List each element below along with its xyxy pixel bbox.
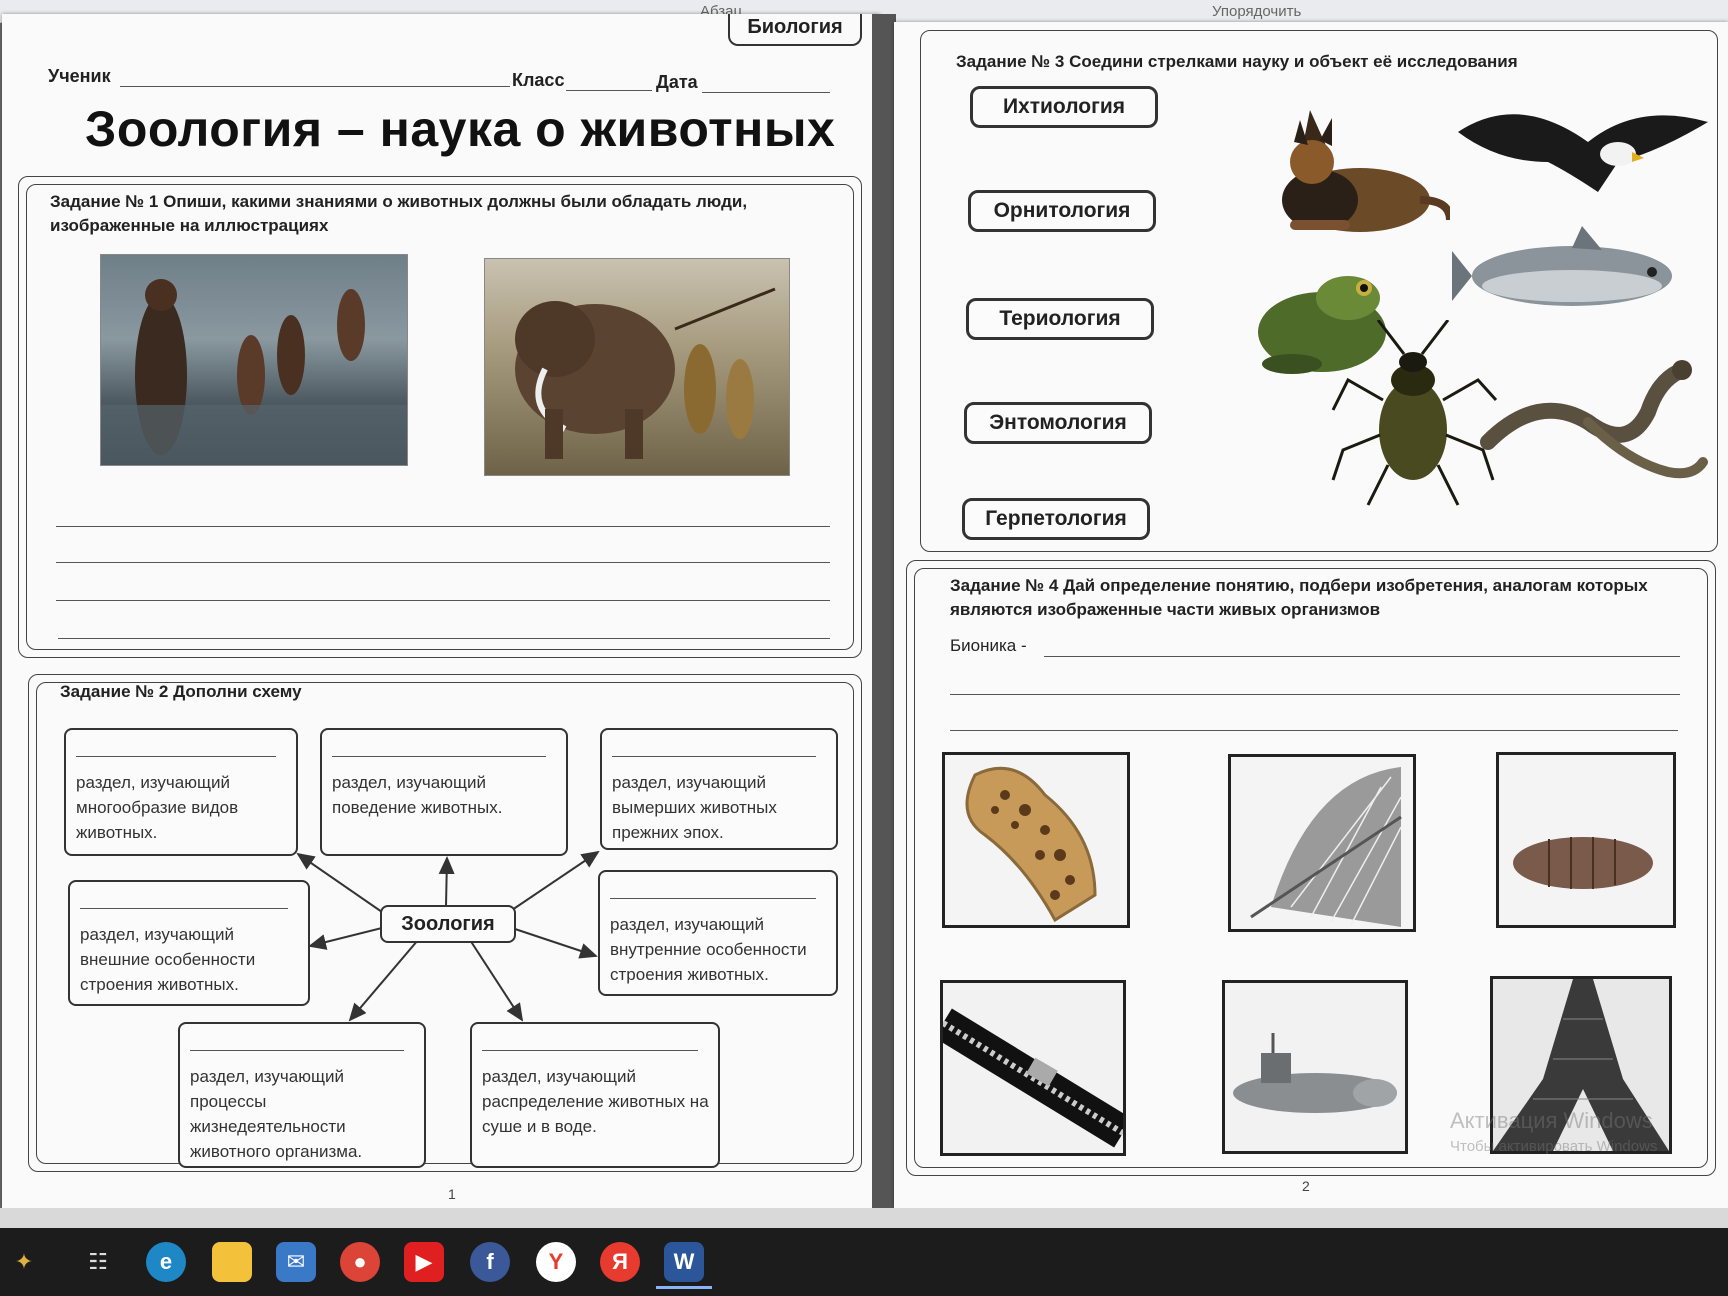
mail-icon[interactable]: ✉: [276, 1242, 316, 1282]
status-bar: [0, 1208, 1728, 1228]
scheme-box-diversity[interactable]: раздел, изучающий многообразие видов жив…: [64, 728, 298, 856]
scheme-answer-line[interactable]: [332, 756, 546, 757]
feather-picture[interactable]: [1228, 754, 1416, 932]
scheme-answer-line[interactable]: [610, 898, 816, 899]
scheme-box-morphology[interactable]: раздел, изучающий внешние особенности ст…: [68, 880, 310, 1006]
science-entomology[interactable]: Энтомология: [964, 402, 1152, 444]
dog-icon[interactable]: [1250, 90, 1450, 250]
bionics-line-2[interactable]: [950, 694, 1680, 695]
edge-icon[interactable]: e: [146, 1242, 186, 1282]
scheme-box-text: раздел, изучающий вымерших животных преж…: [612, 773, 777, 842]
bone-picture[interactable]: [942, 752, 1130, 928]
chrome-icon[interactable]: ●: [340, 1242, 380, 1282]
lizard-icon[interactable]: [1478, 352, 1708, 502]
science-theriology[interactable]: Териология: [966, 298, 1154, 340]
science-ornithology[interactable]: Орнитология: [968, 190, 1156, 232]
scheme-box-behavior[interactable]: раздел, изучающий поведение животных.: [320, 728, 568, 856]
scheme-answer-line[interactable]: [80, 908, 288, 909]
scheme-answer-line[interactable]: [482, 1050, 698, 1051]
start-icon[interactable]: ✦: [4, 1242, 44, 1282]
scheme-box-physiology[interactable]: раздел, изучающий процессы жизнедеятельн…: [178, 1022, 426, 1168]
bionics-line-3[interactable]: [950, 730, 1678, 731]
scheme-answer-line[interactable]: [190, 1050, 404, 1051]
science-herpetology[interactable]: Герпетология: [962, 498, 1150, 540]
pupa-picture[interactable]: [1496, 752, 1676, 928]
scheme-arrows: [296, 850, 600, 1022]
ribbon-group-arrange: Упорядочить: [1212, 3, 1302, 20]
task-view-icon[interactable]: ☷: [78, 1242, 118, 1282]
scheme-box-text: раздел, изучающий внешние особенности ст…: [80, 925, 256, 994]
scheme-box-text: раздел, изучающий внутренние особенности…: [610, 915, 807, 984]
fish-icon[interactable]: [1452, 226, 1692, 326]
zipper-icon: [943, 1008, 1123, 1148]
scheme-box-text: раздел, изучающий процессы жизнедеятельн…: [190, 1067, 363, 1161]
bone-icon: [965, 766, 1097, 923]
yandex-icon[interactable]: Я: [600, 1242, 640, 1282]
feather-icon: [1250, 767, 1402, 927]
scheme-box-text: раздел, изучающий поведение животных.: [332, 773, 503, 817]
beetle-icon[interactable]: [1328, 320, 1498, 520]
pupa-icon: [1513, 837, 1653, 889]
scheme-answer-line[interactable]: [612, 756, 816, 757]
scheme-box-zoogeography[interactable]: раздел, изучающий распределение животных…: [470, 1022, 720, 1168]
science-ichthyology[interactable]: Ихтиология: [970, 86, 1158, 128]
bionics-label: Бионика -: [950, 636, 1027, 655]
yandex-browser-icon[interactable]: Y: [536, 1242, 576, 1282]
youtube-icon[interactable]: ▶: [404, 1242, 444, 1282]
submarine-icon: [1233, 1033, 1397, 1113]
zipper-picture[interactable]: [940, 980, 1126, 1156]
eagle-icon[interactable]: [1458, 92, 1708, 212]
scheme-box-anatomy[interactable]: раздел, изучающий внутренние особенности…: [598, 870, 838, 996]
task3-title: Задание № 3 Соедини стрелками науку и об…: [956, 52, 1518, 71]
task4-title: Задание № 4 Дай определение понятию, под…: [950, 576, 1648, 619]
active-app-indicator: [656, 1286, 712, 1289]
page-number-2: 2: [1302, 1178, 1310, 1194]
activation-watermark: Активация Windows: [1450, 1108, 1653, 1133]
scheme-center-zoology: Зоология: [380, 905, 516, 943]
scheme-answer-line[interactable]: [76, 756, 276, 757]
facebook-icon[interactable]: f: [470, 1242, 510, 1282]
scheme-box-text: раздел, изучающий многообразие видов жив…: [76, 773, 239, 842]
scheme-box-text: раздел, изучающий распределение животных…: [482, 1067, 709, 1136]
windows-taskbar: [0, 1228, 1728, 1296]
scheme-box-paleozoology[interactable]: раздел, изучающий вымерших животных преж…: [600, 728, 838, 850]
activation-watermark-sub: Чтобы активировать Windows: [1450, 1138, 1658, 1155]
word-icon[interactable]: W: [664, 1242, 704, 1282]
bionics-line-1[interactable]: [1044, 656, 1680, 657]
file-explorer-icon[interactable]: [212, 1242, 252, 1282]
submarine-picture[interactable]: [1222, 980, 1408, 1154]
page-number-1: 1: [448, 1186, 456, 1202]
